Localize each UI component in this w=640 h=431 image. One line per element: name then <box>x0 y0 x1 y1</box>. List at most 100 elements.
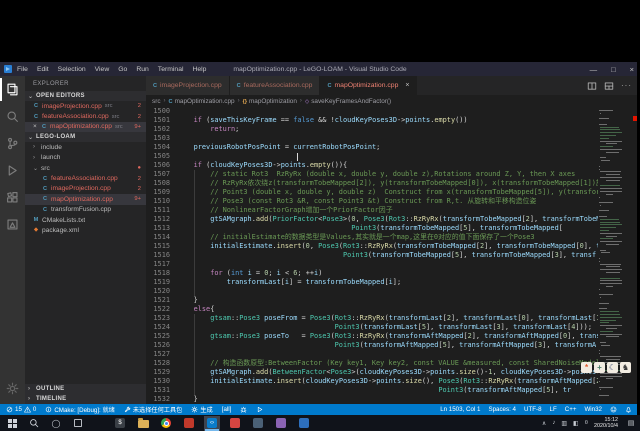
code-line[interactable]: 1509 // Point3 (double x, double y, doub… <box>146 188 598 197</box>
problems[interactable]: 150 <box>6 406 36 413</box>
code-line[interactable]: 1522 else{ <box>146 305 598 314</box>
breadcrumb-item[interactable]: ◇saveKeyFramesAndFactor() <box>305 98 391 105</box>
code-line[interactable]: 1529 gtSAMgraph.add(BetweenFactor<Pose3>… <box>146 368 598 377</box>
code-line[interactable]: 1519 transformLast[i] = transformTobeMap… <box>146 278 598 287</box>
code-line[interactable]: 1517 <box>146 260 598 269</box>
code-area[interactable]: 15001501 if (saveThisKeyFrame == false &… <box>146 107 598 404</box>
tree-item-package-xml[interactable]: ◆package.xml <box>25 225 146 235</box>
taskbar-clock[interactable]: 15:12 2020/10/4 <box>588 417 624 430</box>
maximize-button[interactable]: □ <box>611 65 616 74</box>
code-line[interactable]: 1505 <box>146 152 598 161</box>
tree-item-cmakelists-txt[interactable]: MCMakeLists.txt <box>25 215 146 225</box>
cortana-button[interactable]: ◯ <box>50 417 62 429</box>
cmake-target[interactable]: [all] <box>222 406 232 413</box>
encoding[interactable]: UTF-8 <box>524 406 542 413</box>
tree-item-include[interactable]: ›include <box>25 142 146 152</box>
taskbar-app-app-purple[interactable] <box>273 416 289 431</box>
taskbar-app-app-red-book[interactable] <box>181 416 197 431</box>
code-line[interactable]: 1512 gtSAMgraph.add(PriorFactor<Pose3>(0… <box>146 215 598 224</box>
activity-item-cmake[interactable] <box>0 211 25 238</box>
menu-go[interactable]: Go <box>118 66 127 73</box>
open-editor-item[interactable]: CimageProjection.cppsrc2 <box>25 101 146 111</box>
menu-help[interactable]: Help <box>192 66 206 73</box>
split-editor-icon[interactable] <box>587 81 597 91</box>
cmake-status[interactable]: CMake: [Debug]: 就绪 <box>45 405 115 414</box>
open-editors-header[interactable]: ⌄ OPEN EDITORS <box>25 91 146 101</box>
code-line[interactable]: 1503 <box>146 134 598 143</box>
tray-icon-1[interactable]: ∧ <box>542 420 546 427</box>
code-line[interactable]: 1508 // RzRyRx依次绕z(transformTobeMapped[2… <box>146 179 598 188</box>
breadcrumb-item[interactable]: CmapOptimization.cpp <box>169 98 235 105</box>
project-header[interactable]: ⌄ LEGO-LOAM <box>25 132 146 142</box>
overlay-widget-1[interactable]: * <box>581 362 592 373</box>
action-center-button[interactable]: ▤ <box>624 419 638 427</box>
code-line[interactable]: 1528 // 构造函数原型:BetweenFactor (Key key1, … <box>146 359 598 368</box>
eol[interactable]: LF <box>550 406 557 413</box>
language-mode[interactable]: C++ <box>565 406 577 413</box>
tree-item-launch[interactable]: ›launch <box>25 153 146 163</box>
minimap[interactable] <box>598 107 623 404</box>
activity-item-explorer[interactable] <box>0 76 25 103</box>
code-line[interactable]: 1524 Point3(transformLast[5], transformL… <box>146 323 598 332</box>
code-line[interactable]: 1515 initialEstimate.insert(0, Pose3(Rot… <box>146 242 598 251</box>
start-button[interactable] <box>6 417 18 429</box>
cursor-position[interactable]: Ln 1503, Col 1 <box>440 406 480 413</box>
menu-file[interactable]: File <box>17 66 28 73</box>
activity-item-search[interactable] <box>0 103 25 130</box>
activity-item-extensions[interactable] <box>0 184 25 211</box>
indentation[interactable]: Spaces: 4 <box>488 406 516 413</box>
activity-item-run-and-debug[interactable] <box>0 157 25 184</box>
section-timeline[interactable]: ›TIMELINE <box>25 394 146 404</box>
taskbar-app-app-misc[interactable]: $ <box>112 416 128 431</box>
code-line[interactable]: 1531 Point3(transformAftMapped[5], tr <box>146 386 598 395</box>
code-line[interactable]: 1516 Point3(transformTobeMapped[5], tran… <box>146 251 598 260</box>
menu-run[interactable]: Run <box>136 66 148 73</box>
notifications[interactable] <box>625 406 632 413</box>
feedback[interactable] <box>610 406 617 413</box>
overlay-widget-2[interactable]: + <box>594 362 605 373</box>
minimize-button[interactable]: — <box>590 65 598 74</box>
taskbar-app-app-slate[interactable] <box>250 416 266 431</box>
breadcrumb-item[interactable]: src <box>152 98 161 105</box>
activity-item-source-control[interactable] <box>0 130 25 157</box>
code-line[interactable]: 1520 <box>146 287 598 296</box>
breadcrumb[interactable]: src›CmapOptimization.cpp›{}mapOptimizati… <box>146 95 640 107</box>
code-line[interactable]: 1514 // initialEstimate的数据类型是Values,其实就是… <box>146 233 598 242</box>
open-editor-item[interactable]: CfeatureAssociation.cppsrc2 <box>25 111 146 121</box>
code-line[interactable]: 1513 Point3(transformTobeMapped[5], tran… <box>146 224 598 233</box>
tree-item-featureassociation-cpp[interactable]: CfeatureAssociation.cpp2 <box>25 173 146 183</box>
cmake-launch[interactable] <box>256 406 263 413</box>
code-line[interactable]: 1526 Point3(transformAftMapped[5], trans… <box>146 341 598 350</box>
tray-icon-2[interactable]: ♪ <box>552 420 555 426</box>
code-line[interactable]: 1523 gtsam::Pose3 poseFrom = Pose3(Rot3:… <box>146 314 598 323</box>
editor-layout-icon[interactable] <box>604 81 614 91</box>
code-line[interactable]: 1507 // static Rot3 RzRyRx (double x, do… <box>146 170 598 179</box>
section-outline[interactable]: ›OUTLINE <box>25 384 146 394</box>
tray-icon-3[interactable]: ▥ <box>561 420 567 427</box>
menu-terminal[interactable]: Terminal <box>158 66 184 73</box>
taskbar-app-vscode[interactable]: ‹› <box>204 416 220 431</box>
tab-imageProjection-cpp[interactable]: CimageProjection.cpp <box>146 76 230 95</box>
tab-featureAssociation-cpp[interactable]: CfeatureAssociation.cpp <box>230 76 321 95</box>
code-line[interactable]: 1506 if (cloudKeyPoses3D->points.empty()… <box>146 161 598 170</box>
cmake-debug[interactable] <box>240 406 247 413</box>
code-line[interactable]: 1530 initialEstimate.insert(cloudKeyPose… <box>146 377 598 386</box>
code-line[interactable]: 1532 } <box>146 395 598 404</box>
code-line[interactable]: 1510 // Pose3 (const Rot3 &R, const Poin… <box>146 197 598 206</box>
activity-item-manage[interactable] <box>0 375 25 402</box>
taskbar-search[interactable] <box>28 417 40 429</box>
tree-item-mapoptimization-cpp[interactable]: CmapOptimization.cpp9+ <box>25 194 146 204</box>
overlay-widget-3[interactable]: ☾ <box>607 362 618 373</box>
code-line[interactable]: 1518 for (int i = 0; i < 6; ++i) <box>146 269 598 278</box>
cmake-build[interactable]: 生成 <box>191 405 212 414</box>
menu-selection[interactable]: Selection <box>58 66 86 73</box>
open-editor-item[interactable]: ×CmapOptimization.cppsrc9+ <box>25 122 146 132</box>
code-line[interactable]: 1502 return; <box>146 125 598 134</box>
close-button[interactable]: × <box>630 65 634 74</box>
taskbar-app-app-red[interactable] <box>227 416 243 431</box>
task-view-button[interactable] <box>72 417 84 429</box>
overlay-widget-4[interactable]: ♞ <box>620 362 631 373</box>
menu-edit[interactable]: Edit <box>37 66 49 73</box>
more-actions-icon[interactable]: ··· <box>621 81 632 90</box>
tray-icon-4[interactable]: ◧ <box>573 420 579 427</box>
